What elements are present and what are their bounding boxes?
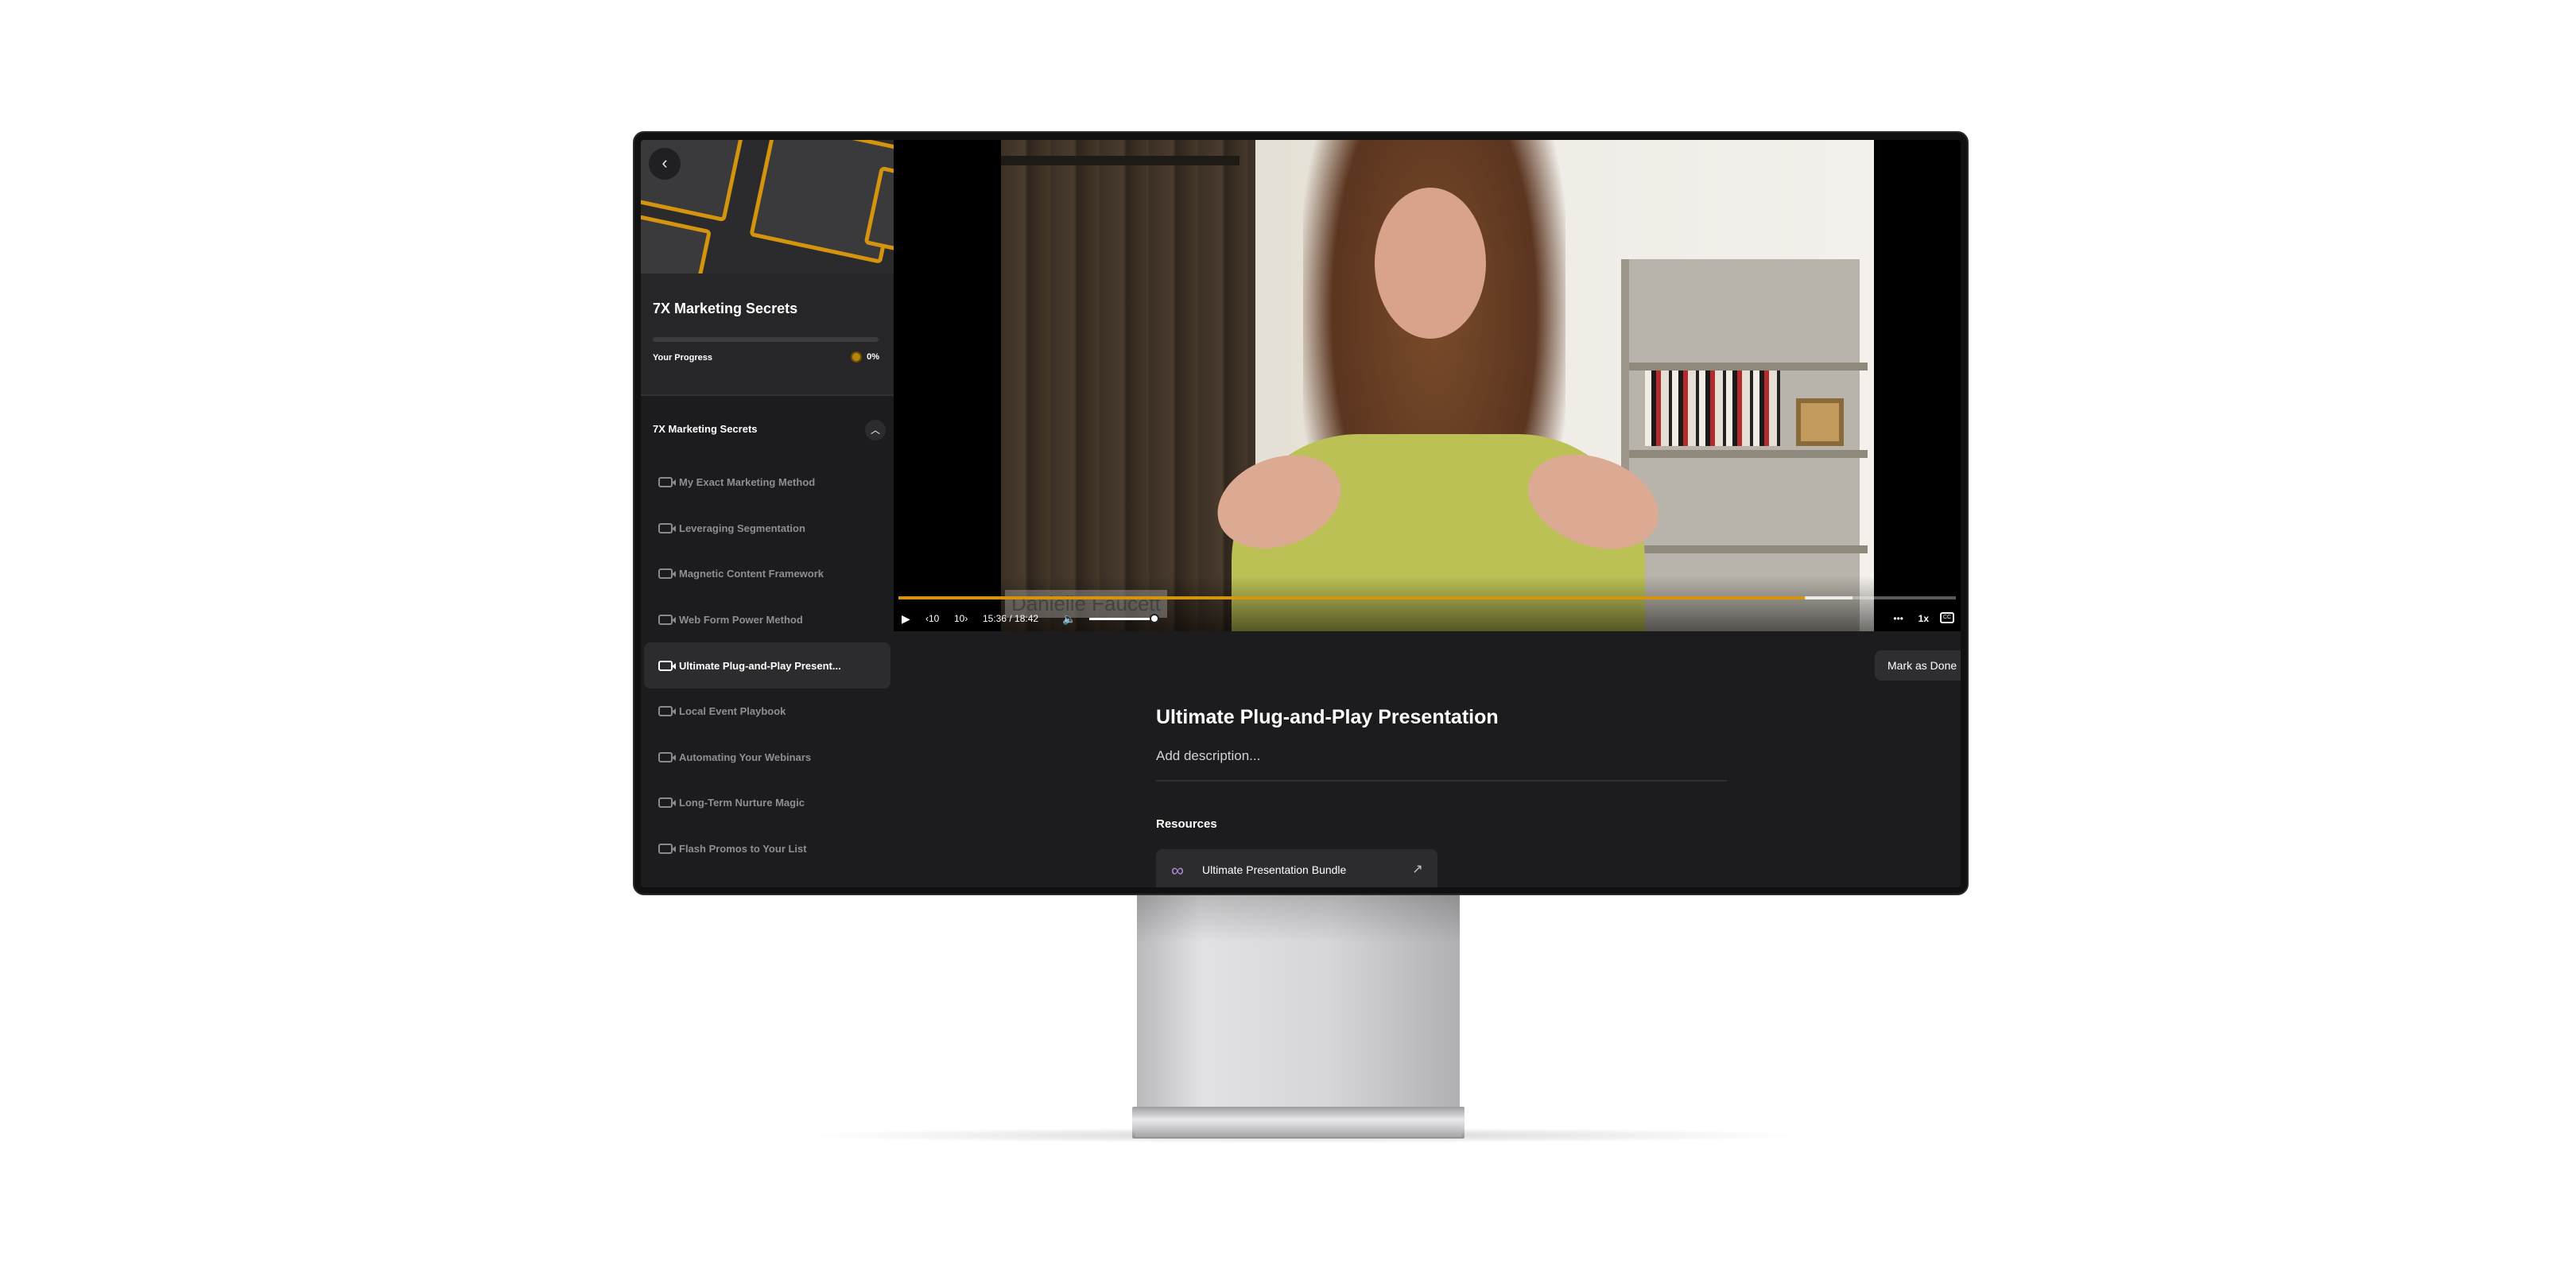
volume-knob[interactable] bbox=[1150, 614, 1159, 623]
monitor-stand bbox=[1137, 895, 1460, 1110]
photo-frame bbox=[1796, 398, 1844, 446]
play-icon[interactable]: ▶ bbox=[902, 611, 910, 627]
captions-icon[interactable]: CC bbox=[1940, 612, 1954, 623]
monitor-screen: ‹ 7X Marketing Secrets Your Progress 0% … bbox=[641, 140, 1961, 887]
progress-label: Your Progress bbox=[653, 353, 712, 363]
back-button[interactable]: ‹ bbox=[649, 148, 681, 180]
module-header[interactable]: 7X Marketing Secrets ︿ bbox=[641, 413, 894, 448]
presenter-face bbox=[1375, 188, 1486, 339]
video-icon bbox=[658, 660, 676, 671]
chevron-up-icon[interactable]: ︿ bbox=[865, 420, 886, 440]
monitor-stand-base bbox=[1135, 1124, 1461, 1137]
timeline-scrubber[interactable] bbox=[898, 596, 1956, 599]
lesson-label: My Exact Marketing Method bbox=[679, 476, 816, 489]
video-icon bbox=[658, 615, 676, 626]
lesson-title: Ultimate Plug-and-Play Presentation bbox=[1156, 706, 1499, 728]
resource-item[interactable]: ∞ Ultimate Presentation Bundle ↗ bbox=[1156, 849, 1437, 887]
lesson-label: Long-Term Nurture Magic bbox=[679, 797, 805, 809]
link-icon: ∞ bbox=[1171, 860, 1184, 880]
lesson-label: Leveraging Segmentation bbox=[679, 522, 805, 534]
lesson-label: Automating Your Webinars bbox=[679, 751, 812, 763]
door-rail bbox=[1001, 156, 1240, 165]
lesson-item[interactable]: Web Form Power Method bbox=[644, 597, 890, 643]
video-icon bbox=[658, 844, 676, 855]
lesson-item[interactable]: Leveraging Segmentation bbox=[644, 506, 890, 552]
barn-door bbox=[1001, 140, 1255, 631]
lesson-label: Web Form Power Method bbox=[679, 614, 803, 627]
progress-percent: 0% bbox=[851, 351, 879, 363]
lesson-label: Ultimate Plug-and-Play Present... bbox=[679, 659, 841, 672]
resource-label: Ultimate Presentation Bundle bbox=[1202, 863, 1347, 876]
books bbox=[1645, 370, 1780, 446]
lesson-label: Flash Promos to Your List bbox=[679, 843, 807, 855]
skip-forward-button[interactable]: 10› bbox=[954, 611, 968, 627]
mark-as-done-button[interactable]: Mark as Done bbox=[1875, 650, 1961, 681]
skip-back-button[interactable]: ‹10 bbox=[925, 611, 939, 627]
description-divider bbox=[1156, 780, 1727, 782]
module-title: 7X Marketing Secrets bbox=[653, 423, 758, 435]
lesson-item[interactable]: Long-Term Nurture Magic bbox=[644, 780, 890, 826]
coin-icon bbox=[851, 351, 863, 363]
progress-bar bbox=[653, 337, 879, 342]
volume-icon[interactable]: 🔈 bbox=[1062, 611, 1076, 627]
lesson-item[interactable]: Magnetic Content Framework bbox=[644, 551, 890, 597]
video-icon bbox=[658, 477, 676, 488]
skip-forward-label: 10 bbox=[954, 613, 965, 624]
video-frame bbox=[1001, 140, 1874, 631]
video-player[interactable]: Danielle Faucett ▶ ‹10 10› 15:36 / 18:42… bbox=[894, 140, 1961, 631]
lesson-item[interactable]: Automating Your Webinars bbox=[644, 735, 890, 781]
course-sidebar: ‹ 7X Marketing Secrets Your Progress 0% … bbox=[641, 140, 894, 887]
stage: ‹ 7X Marketing Secrets Your Progress 0% … bbox=[0, 0, 2576, 1288]
lesson-item[interactable]: Flash Promos to Your List bbox=[644, 826, 890, 872]
lesson-item[interactable]: My Exact Marketing Method bbox=[644, 460, 890, 506]
lesson-item[interactable]: Local Event Playbook bbox=[644, 689, 890, 735]
time-display: 15:36 / 18:42 bbox=[983, 613, 1039, 624]
video-icon bbox=[658, 751, 676, 762]
video-icon bbox=[658, 797, 676, 809]
resources-heading: Resources bbox=[1156, 817, 1217, 831]
progress-percent-value: 0% bbox=[867, 352, 879, 362]
volume-slider[interactable] bbox=[1089, 618, 1153, 620]
video-icon bbox=[658, 706, 676, 717]
lesson-label: Local Event Playbook bbox=[679, 705, 786, 718]
player-controls: ▶ ‹10 10› 15:36 / 18:42 🔈 ••• 1x CC bbox=[894, 609, 1961, 628]
lesson-label: Magnetic Content Framework bbox=[679, 568, 824, 580]
lesson-description[interactable]: Add description... bbox=[1156, 748, 1260, 764]
external-link-icon[interactable]: ↗ bbox=[1410, 863, 1425, 877]
lesson-list: My Exact Marketing Method Leveraging Seg… bbox=[641, 460, 894, 871]
lesson-item-active[interactable]: Ultimate Plug-and-Play Present... bbox=[644, 642, 890, 689]
skip-back-label: 10 bbox=[929, 613, 940, 624]
course-title: 7X Marketing Secrets bbox=[653, 301, 798, 316]
more-options-icon[interactable]: ••• bbox=[1893, 611, 1903, 627]
video-icon bbox=[658, 568, 676, 580]
course-thumbnail: ‹ bbox=[641, 140, 894, 274]
course-header: 7X Marketing Secrets Your Progress 0% bbox=[641, 274, 894, 396]
video-icon bbox=[658, 522, 676, 533]
playback-speed-button[interactable]: 1x bbox=[1918, 611, 1929, 627]
timeline-played bbox=[898, 596, 1806, 599]
timeline-buffer bbox=[1805, 596, 1852, 599]
